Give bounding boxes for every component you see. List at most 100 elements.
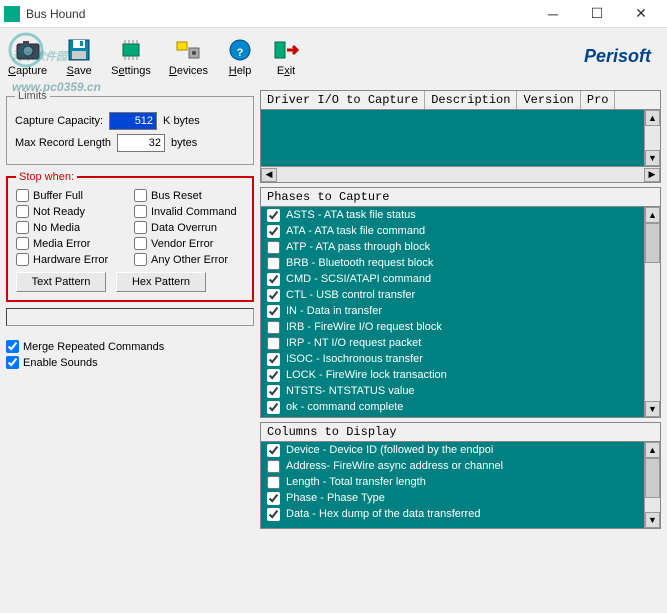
phases-list[interactable]: ASTS - ATA task file statusATA - ATA tas… [260, 206, 661, 418]
stopwhen-label-3: Invalid Command [151, 206, 237, 218]
driver-column-header[interactable]: Version [517, 91, 580, 109]
driver-column-header[interactable]: Description [425, 91, 517, 109]
scroll-left-icon[interactable]: ◀ [261, 168, 277, 182]
stopwhen-checkbox-6[interactable] [16, 237, 29, 250]
driver-column-header[interactable]: Pro [581, 91, 616, 109]
phase-item[interactable]: ATP - ATA pass through block [261, 239, 660, 255]
column-item[interactable]: Length - Total transfer length [261, 474, 660, 490]
phase-item[interactable]: BRB - Bluetooth request block [261, 255, 660, 271]
save-button[interactable]: Save [65, 36, 93, 77]
stopwhen-label-1: Bus Reset [151, 190, 202, 202]
status-bar [6, 308, 254, 326]
column-label: Length - Total transfer length [286, 474, 426, 490]
column-label: Device - Device ID (followed by the endp… [286, 442, 493, 458]
phase-checkbox[interactable] [267, 321, 280, 334]
maxlen-input[interactable] [117, 134, 165, 152]
stopwhen-checkbox-2[interactable] [16, 205, 29, 218]
phase-item[interactable]: LOCK - FireWire lock transaction [261, 367, 660, 383]
phase-item[interactable]: CMD - SCSI/ATAPI command [261, 271, 660, 287]
scrollbar-vertical[interactable]: ▲ ▼ [644, 110, 660, 166]
scroll-up-icon[interactable]: ▲ [645, 207, 660, 223]
stopwhen-checkbox-1[interactable] [134, 189, 147, 202]
settings-button[interactable]: Settings [111, 36, 151, 77]
scroll-down-icon[interactable]: ▼ [645, 150, 660, 166]
limits-legend: Limits [15, 90, 50, 102]
columns-title: Columns to Display [260, 422, 661, 441]
phase-label: CTL - USB control transfer [286, 287, 415, 303]
hex-pattern-button[interactable]: Hex Pattern [116, 272, 206, 292]
close-button[interactable]: ✕ [619, 0, 663, 28]
phase-checkbox[interactable] [267, 241, 280, 254]
help-icon: ? [226, 36, 254, 64]
phase-checkbox[interactable] [267, 369, 280, 382]
phase-checkbox[interactable] [267, 289, 280, 302]
phase-checkbox[interactable] [267, 225, 280, 238]
stopwhen-checkbox-5[interactable] [134, 221, 147, 234]
scroll-up-icon[interactable]: ▲ [645, 110, 660, 126]
exit-button[interactable]: Exit [272, 36, 300, 77]
driver-list[interactable]: ▲ ▼ [260, 109, 661, 167]
phase-checkbox[interactable] [267, 337, 280, 350]
stopwhen-checkbox-4[interactable] [16, 221, 29, 234]
scrollbar-horizontal[interactable]: ◀ ▶ [260, 167, 661, 183]
phase-checkbox[interactable] [267, 209, 280, 222]
column-item[interactable]: Device - Device ID (followed by the endp… [261, 442, 660, 458]
scroll-up-icon[interactable]: ▲ [645, 442, 660, 458]
columns-list[interactable]: Device - Device ID (followed by the endp… [260, 441, 661, 529]
stopwhen-checkbox-7[interactable] [134, 237, 147, 250]
sounds-checkbox[interactable] [6, 356, 19, 369]
help-button[interactable]: ? Help [226, 36, 254, 77]
brand-label: Perisoft [584, 46, 659, 67]
phase-item[interactable]: CTL - USB control transfer [261, 287, 660, 303]
phase-label: IN - Data in transfer [286, 303, 382, 319]
phase-checkbox[interactable] [267, 257, 280, 270]
driver-column-header[interactable]: Driver I/O to Capture [261, 91, 425, 109]
column-item[interactable]: Data - Hex dump of the data transferred [261, 506, 660, 522]
scroll-down-icon[interactable]: ▼ [645, 512, 660, 528]
phase-checkbox[interactable] [267, 401, 280, 414]
devices-button[interactable]: Devices [169, 36, 208, 77]
maximize-button[interactable]: ☐ [575, 0, 619, 28]
stopwhen-checkbox-8[interactable] [16, 253, 29, 266]
minimize-button[interactable]: ─ [531, 0, 575, 28]
limits-group: Limits Capture Capacity: K bytes Max Rec… [6, 90, 254, 165]
phase-item[interactable]: IRP - NT I/O request packet [261, 335, 660, 351]
phase-item[interactable]: ATA - ATA task file command [261, 223, 660, 239]
column-checkbox[interactable] [267, 476, 280, 489]
phase-item[interactable]: ASTS - ATA task file status [261, 207, 660, 223]
merge-checkbox[interactable] [6, 340, 19, 353]
column-item[interactable]: Address- FireWire async address or chann… [261, 458, 660, 474]
stopwhen-label-5: Data Overrun [151, 222, 217, 234]
toolbar: Capture Save Settings Devices ? Help Exi… [0, 28, 667, 84]
stopwhen-checkbox-3[interactable] [134, 205, 147, 218]
svg-text:?: ? [237, 47, 244, 59]
stopwhen-checkbox-9[interactable] [134, 253, 147, 266]
phase-checkbox[interactable] [267, 305, 280, 318]
merge-label: Merge Repeated Commands [23, 341, 164, 353]
phase-checkbox[interactable] [267, 273, 280, 286]
scroll-thumb[interactable] [645, 458, 660, 498]
phase-item[interactable]: NTSTS- NTSTATUS value [261, 383, 660, 399]
scroll-down-icon[interactable]: ▼ [645, 401, 660, 417]
column-checkbox[interactable] [267, 508, 280, 521]
phase-item[interactable]: ok - command complete [261, 399, 660, 415]
scroll-thumb[interactable] [645, 223, 660, 263]
phase-item[interactable]: IRB - FireWire I/O request block [261, 319, 660, 335]
column-item[interactable]: Phase - Phase Type [261, 490, 660, 506]
stopwhen-checkbox-0[interactable] [16, 189, 29, 202]
phase-item[interactable]: ISOC - Isochronous transfer [261, 351, 660, 367]
capture-button[interactable]: Capture [8, 36, 47, 77]
scrollbar-vertical[interactable]: ▲ ▼ [644, 207, 660, 417]
driver-header: Driver I/O to CaptureDescriptionVersionP… [260, 90, 661, 109]
titlebar: Bus Hound ─ ☐ ✕ [0, 0, 667, 28]
phase-checkbox[interactable] [267, 353, 280, 366]
column-checkbox[interactable] [267, 444, 280, 457]
phase-item[interactable]: IN - Data in transfer [261, 303, 660, 319]
scroll-right-icon[interactable]: ▶ [644, 168, 660, 182]
column-checkbox[interactable] [267, 492, 280, 505]
capacity-input[interactable] [109, 112, 157, 130]
scrollbar-vertical[interactable]: ▲ ▼ [644, 442, 660, 528]
column-checkbox[interactable] [267, 460, 280, 473]
text-pattern-button[interactable]: Text Pattern [16, 272, 106, 292]
phase-checkbox[interactable] [267, 385, 280, 398]
